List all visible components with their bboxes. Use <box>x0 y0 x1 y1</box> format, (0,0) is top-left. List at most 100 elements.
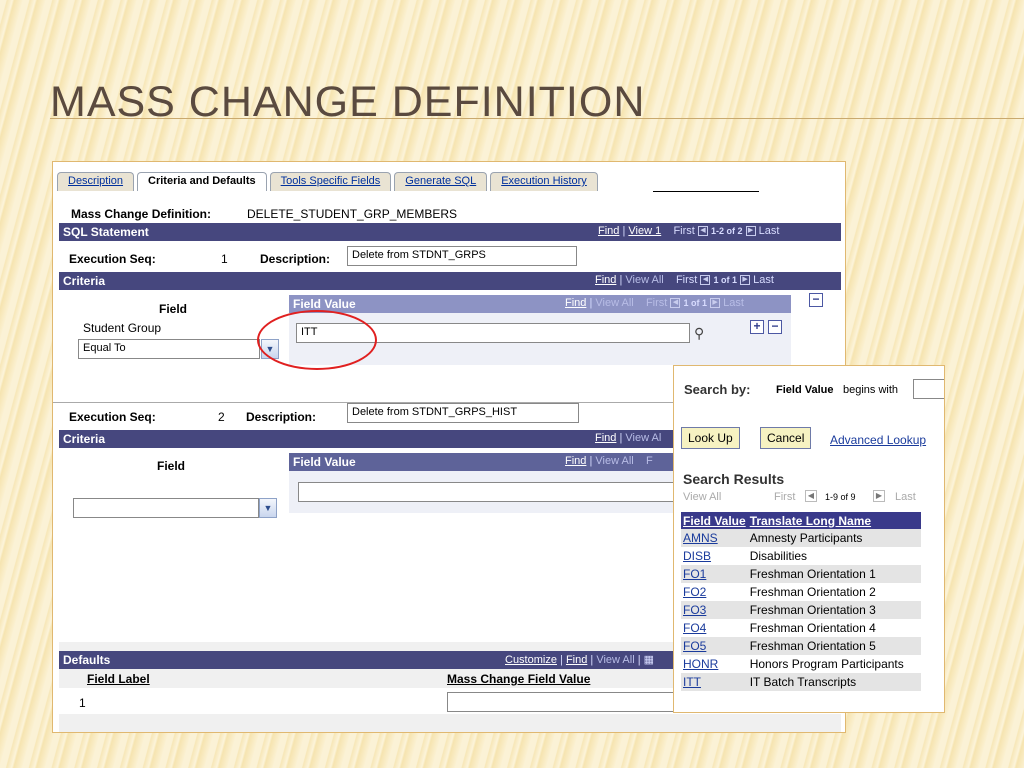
table-row: HONR Honors Program Participants <box>681 655 921 673</box>
tab-generate-sql[interactable]: Generate SQL <box>394 172 488 191</box>
defaults-nav: Customize | Find | View All | ▦ <box>505 653 654 666</box>
table-row: DISB Disabilities <box>681 547 921 565</box>
field-value-view-all-link[interactable]: View All <box>595 455 633 467</box>
field-value-title: Field Value <box>293 297 356 311</box>
criteria-view-all-link[interactable]: View Al <box>625 432 661 444</box>
previous-arrow-icon[interactable]: ◀ <box>805 490 817 502</box>
operator-select[interactable]: Equal To <box>78 339 260 359</box>
definition-value: DELETE_STUDENT_GRP_MEMBERS <box>247 207 458 221</box>
tab-execution-history[interactable]: Execution History <box>490 172 598 191</box>
field-value-view-all-link[interactable]: View All <box>595 297 633 309</box>
description-input[interactable]: Delete from STDNT_GRPS_HIST <box>347 403 579 423</box>
search-results-table: Field Value Translate Long Name AMNS Amn… <box>681 512 921 691</box>
result-code-link[interactable]: FO1 <box>681 565 748 583</box>
lookup-magnifier-icon[interactable]: ⚲ <box>694 325 704 342</box>
field-value-find-link[interactable]: Find <box>565 297 586 309</box>
sql-statement-nav: Find | View 1 First ◀ 1-2 of 2 ▶ Last <box>598 225 779 237</box>
next-arrow-icon[interactable]: ▶ <box>740 275 751 286</box>
result-code-link[interactable]: FO5 <box>681 637 748 655</box>
field-value-find-link[interactable]: Find <box>565 455 586 467</box>
col-mass-change-field-value[interactable]: Mass Change Field Value <box>447 672 590 686</box>
description-input[interactable]: Delete from STDNT_GRPS <box>347 246 577 266</box>
lookup-popup: Search by: Field Value begins with Look … <box>673 365 945 713</box>
criteria-view-all-link[interactable]: View All <box>625 274 663 286</box>
defaults-title: Defaults <box>63 653 111 667</box>
results-first: First <box>774 491 796 503</box>
field-value-nav: Find | View All First ◀ 1 of 1 ▶ Last <box>565 297 744 309</box>
collapse-icon[interactable]: − <box>809 293 823 307</box>
description-label: Description: <box>246 410 317 424</box>
previous-arrow-icon[interactable]: ◀ <box>700 275 711 286</box>
result-name: Freshman Orientation 3 <box>747 601 921 619</box>
result-name: Freshman Orientation 2 <box>749 585 876 599</box>
tab-tools-specific-fields[interactable]: Tools Specific Fields <box>269 172 392 191</box>
field-select[interactable] <box>73 498 259 518</box>
result-name: Disabilities <box>749 549 808 563</box>
result-code-link[interactable]: FO4 <box>681 619 748 637</box>
result-code-link[interactable]: AMNS <box>681 529 748 547</box>
defaults-view-all-link[interactable]: View All <box>596 654 634 666</box>
chevron-down-icon[interactable]: ▼ <box>259 498 277 518</box>
field-value-first-label: F <box>645 455 653 467</box>
result-code-link[interactable]: ITT <box>681 673 748 691</box>
previous-arrow-icon[interactable]: ◀ <box>697 226 708 237</box>
tab-criteria-and-defaults[interactable]: Criteria and Defaults <box>137 172 267 191</box>
tab-divider <box>653 191 759 192</box>
field-value-title: Field Value <box>293 455 356 469</box>
result-name: Freshman Orientation 1 <box>747 565 921 583</box>
defaults-nav-sep: | <box>560 654 563 666</box>
table-row: AMNS Amnesty Participants <box>681 529 921 547</box>
definition-label: Mass Change Definition: <box>71 207 212 221</box>
sql-last-label: Last <box>758 225 780 237</box>
criteria-last-label: Last <box>753 274 774 286</box>
criteria-find-link[interactable]: Find <box>595 274 616 286</box>
next-arrow-icon[interactable]: ▶ <box>710 298 721 309</box>
sql-view-link[interactable]: View 1 <box>628 225 661 237</box>
results-count: 1-9 of 9 <box>825 492 856 502</box>
col-translate-long-name[interactable]: Translate Long Name <box>747 512 921 529</box>
look-up-button[interactable]: Look Up <box>681 427 740 449</box>
advanced-lookup-link[interactable]: Advanced Lookup <box>830 433 926 447</box>
result-name: Freshman Orientation 5 <box>747 637 921 655</box>
exec-seq-value: 1 <box>221 252 228 266</box>
table-row: FO2 Freshman Orientation 2 <box>681 583 921 601</box>
next-arrow-icon[interactable]: ▶ <box>745 226 756 237</box>
results-view-all[interactable]: View All <box>683 491 721 503</box>
table-row: FO3 Freshman Orientation 3 <box>681 601 921 619</box>
table-row: ITT IT Batch Transcripts <box>681 673 921 691</box>
field-value-last-label: Last <box>723 297 744 309</box>
previous-arrow-icon[interactable]: ◀ <box>670 298 681 309</box>
tab-description[interactable]: Description <box>57 172 135 191</box>
field-value-input[interactable] <box>298 482 688 502</box>
result-code-link[interactable]: FO2 <box>681 583 748 601</box>
table-row: FO5 Freshman Orientation 5 <box>681 637 921 655</box>
customize-link[interactable]: Customize <box>505 654 557 666</box>
result-name: IT Batch Transcripts <box>747 673 921 691</box>
col-field-value[interactable]: Field Value <box>681 512 748 529</box>
exec-seq-label: Execution Seq: <box>69 252 156 266</box>
result-code-link[interactable]: FO3 <box>681 601 748 619</box>
field-header: Field <box>159 302 188 316</box>
result-code-link[interactable]: DISB <box>681 547 748 565</box>
next-arrow-icon[interactable]: ▶ <box>873 490 885 502</box>
field-name: Student Group <box>83 321 162 335</box>
criteria-nav-sep: | <box>619 432 623 444</box>
title-divider <box>50 118 1024 119</box>
tab-strip: Description Criteria and Defaults Tools … <box>57 172 601 192</box>
result-name: Freshman Orientation 4 <box>749 621 876 635</box>
search-results-title: Search Results <box>683 471 785 487</box>
sql-find-link[interactable]: Find <box>598 225 619 237</box>
field-value-count: 1 of 1 <box>683 298 707 308</box>
criteria-nav: Find | View All First ◀ 1 of 1 ▶ Last <box>595 274 774 286</box>
defaults-find-link[interactable]: Find <box>566 654 587 666</box>
defaults-nav-sep: | <box>637 654 641 666</box>
search-input[interactable] <box>913 379 944 399</box>
grid-icon[interactable]: ▦ <box>644 654 654 666</box>
add-row-icon[interactable]: + <box>750 320 764 334</box>
result-code-link[interactable]: HONR <box>681 655 748 673</box>
cancel-button[interactable]: Cancel <box>760 427 812 449</box>
delete-row-icon[interactable]: − <box>768 320 782 334</box>
field-value-nav-sep: | <box>589 455 593 467</box>
col-field-label[interactable]: Field Label <box>87 672 150 686</box>
criteria-find-link[interactable]: Find <box>595 432 616 444</box>
